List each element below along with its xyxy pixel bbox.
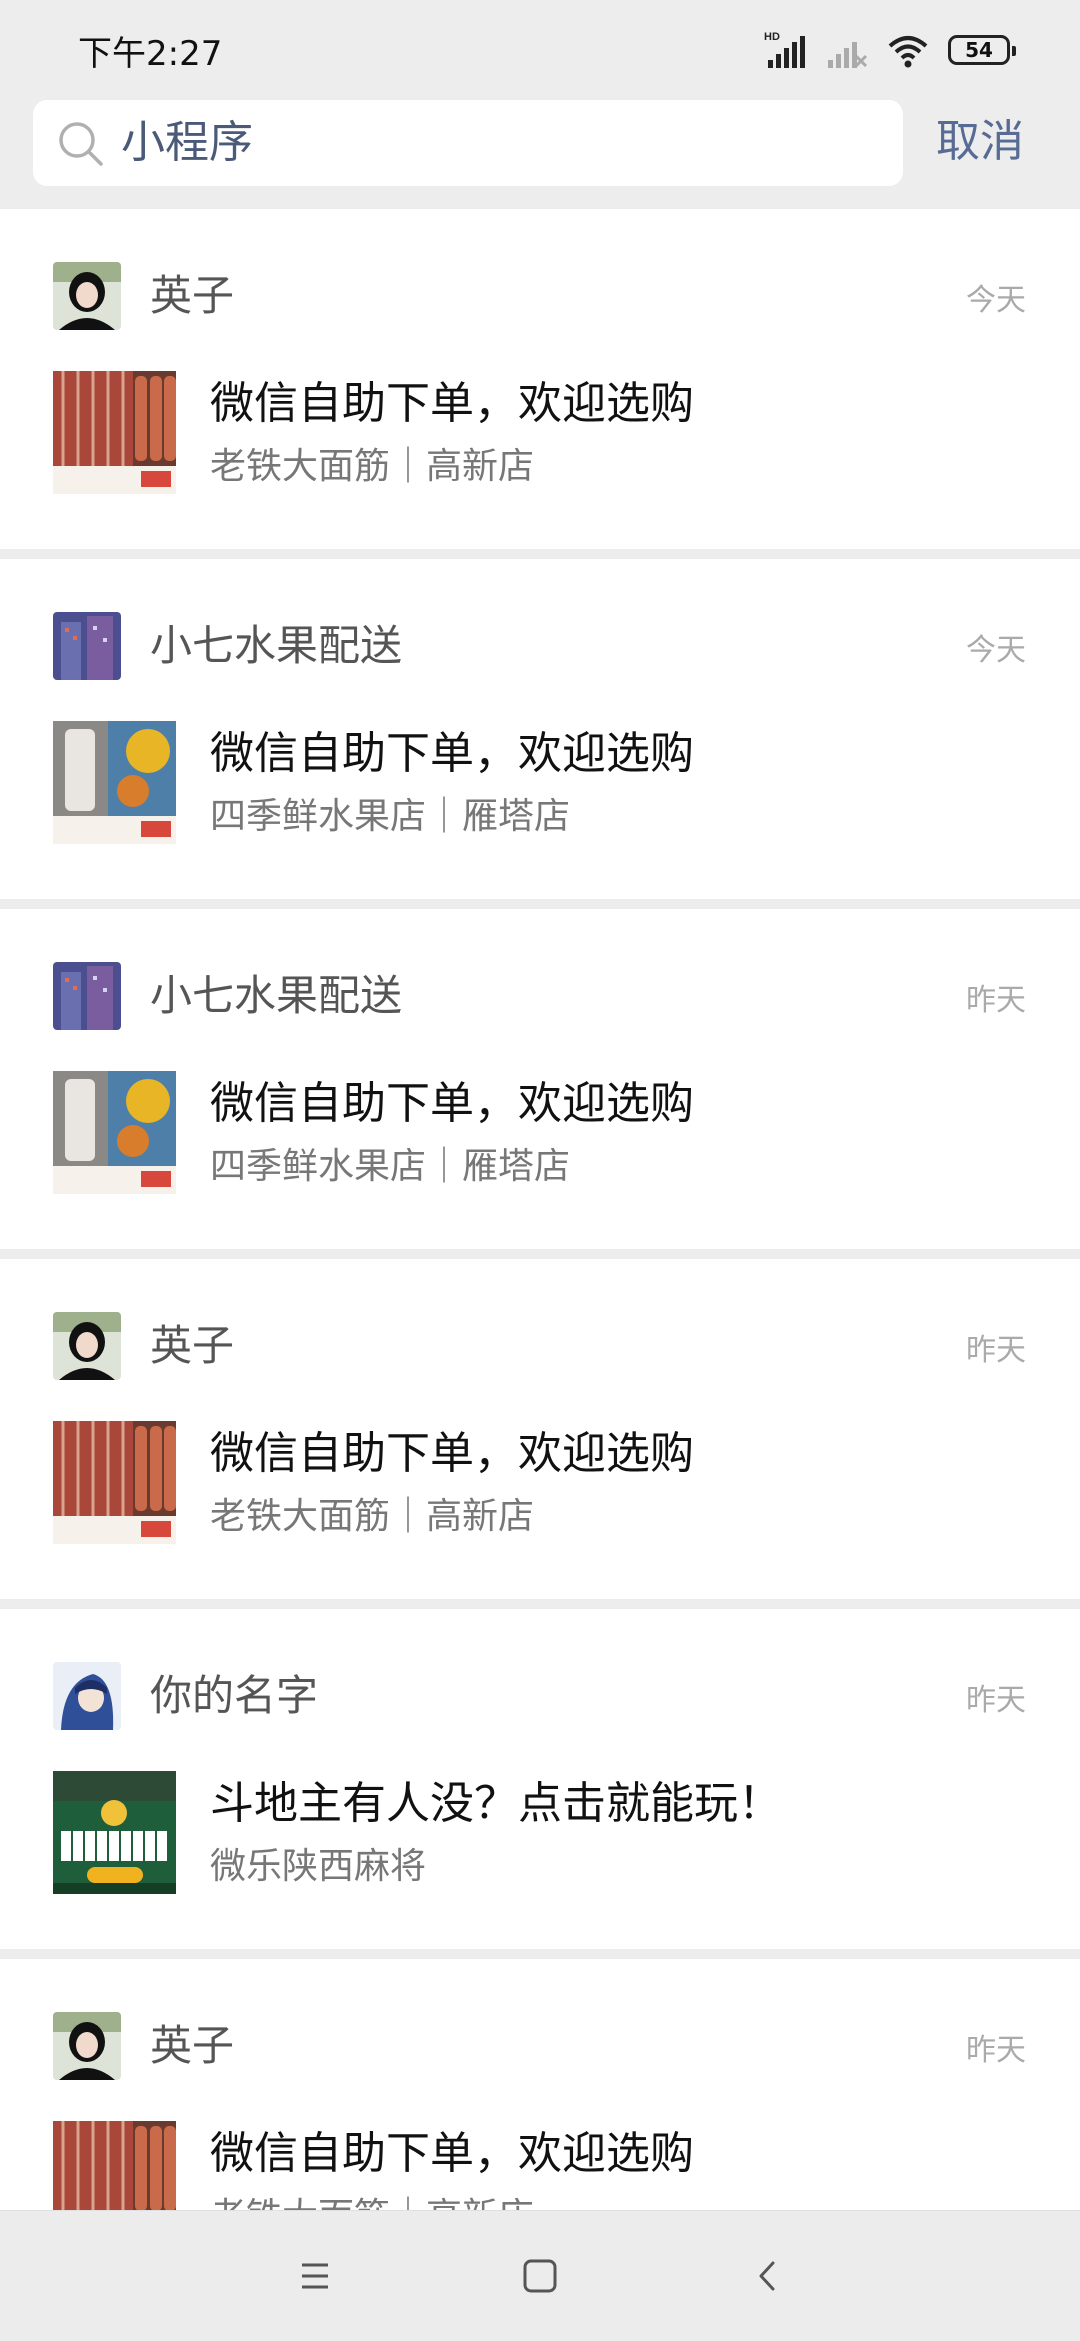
timestamp: 昨天 <box>966 1333 1026 1368</box>
cancel-button[interactable]: 取消 <box>936 112 1024 172</box>
sender-name: 英子 <box>150 271 235 320</box>
svg-text:HD: HD <box>764 31 780 43</box>
girl-avatar <box>53 262 121 330</box>
timestamp: 昨天 <box>966 983 1026 1018</box>
item-subtitle: 四季鲜水果店｜雁塔店 <box>210 1146 571 1187</box>
timestamp: 今天 <box>966 283 1026 318</box>
meat-skewers-thumb <box>53 371 176 494</box>
status-icons: HD 54 <box>764 28 1016 72</box>
battery-level: 54 <box>965 38 993 62</box>
status-bar: 下午2:27 HD 54 <box>0 0 1080 95</box>
item-title: 微信自助下单，欢迎选购 <box>210 1078 694 1129</box>
timestamp: 昨天 <box>966 1683 1026 1718</box>
girl-avatar <box>53 2012 121 2080</box>
search-query: 小程序 <box>121 117 253 168</box>
status-time: 下午2:27 <box>78 34 223 74</box>
list-item[interactable]: 英子 今天 微信自助下单，欢迎选购 老铁大面筋｜高新店 <box>0 209 1080 549</box>
wifi-icon <box>888 36 928 68</box>
list-item[interactable]: 小七水果配送 昨天 微信自助下单，欢迎选购 四季鲜水果店｜雁塔店 <box>0 909 1080 1249</box>
item-title: 斗地主有人没？点击就能玩！ <box>210 1778 782 1829</box>
sender-name: 小七水果配送 <box>150 971 403 1020</box>
sender-name: 小七水果配送 <box>150 621 403 670</box>
list-item[interactable]: 小七水果配送 今天 微信自助下单，欢迎选购 四季鲜水果店｜雁塔店 <box>0 559 1080 899</box>
menu-icon[interactable] <box>290 2251 340 2301</box>
building-avatar <box>53 612 121 680</box>
search-input[interactable]: 小程序 <box>33 100 903 186</box>
item-subtitle: 老铁大面筋｜高新店 <box>210 1496 535 1537</box>
sender-name: 英子 <box>150 2021 235 2070</box>
fruit-thumb <box>53 721 176 844</box>
battery-icon: 54 <box>948 35 1016 65</box>
signal-icon: HD <box>764 31 805 68</box>
item-subtitle: 老铁大面筋｜高新店 <box>210 446 535 487</box>
result-list: 英子 今天 微信自助下单，欢迎选购 老铁大面筋｜高新店 小七水果配送 今天 微信… <box>0 209 1080 2309</box>
navigation-bar <box>0 2210 1080 2341</box>
building-avatar <box>53 962 121 1030</box>
timestamp: 今天 <box>966 633 1026 668</box>
card-game-thumb <box>53 1771 176 1894</box>
item-title: 微信自助下单，欢迎选购 <box>210 728 694 779</box>
item-title: 微信自助下单，欢迎选购 <box>210 1428 694 1479</box>
home-icon[interactable] <box>515 2251 565 2301</box>
item-subtitle: 四季鲜水果店｜雁塔店 <box>210 796 571 837</box>
meat-skewers-thumb <box>53 1421 176 1544</box>
search-icon <box>59 122 103 166</box>
girl-avatar <box>53 1312 121 1380</box>
list-item[interactable]: 英子 昨天 微信自助下单，欢迎选购 老铁大面筋｜高新店 <box>0 1259 1080 1599</box>
anime-avatar <box>53 1662 121 1730</box>
signal-no-sim-icon <box>828 42 868 68</box>
back-icon[interactable] <box>743 2251 793 2301</box>
item-title: 微信自助下单，欢迎选购 <box>210 378 694 429</box>
item-title: 微信自助下单，欢迎选购 <box>210 2128 694 2179</box>
item-subtitle: 微乐陕西麻将 <box>210 1846 427 1887</box>
sender-name: 英子 <box>150 1321 235 1370</box>
timestamp: 昨天 <box>966 2033 1026 2068</box>
sender-name: 你的名字 <box>150 1671 319 1720</box>
fruit-thumb <box>53 1071 176 1194</box>
list-item[interactable]: 你的名字 昨天 斗地主有人没？点击就能玩！ 微乐陕西麻将 <box>0 1609 1080 1949</box>
